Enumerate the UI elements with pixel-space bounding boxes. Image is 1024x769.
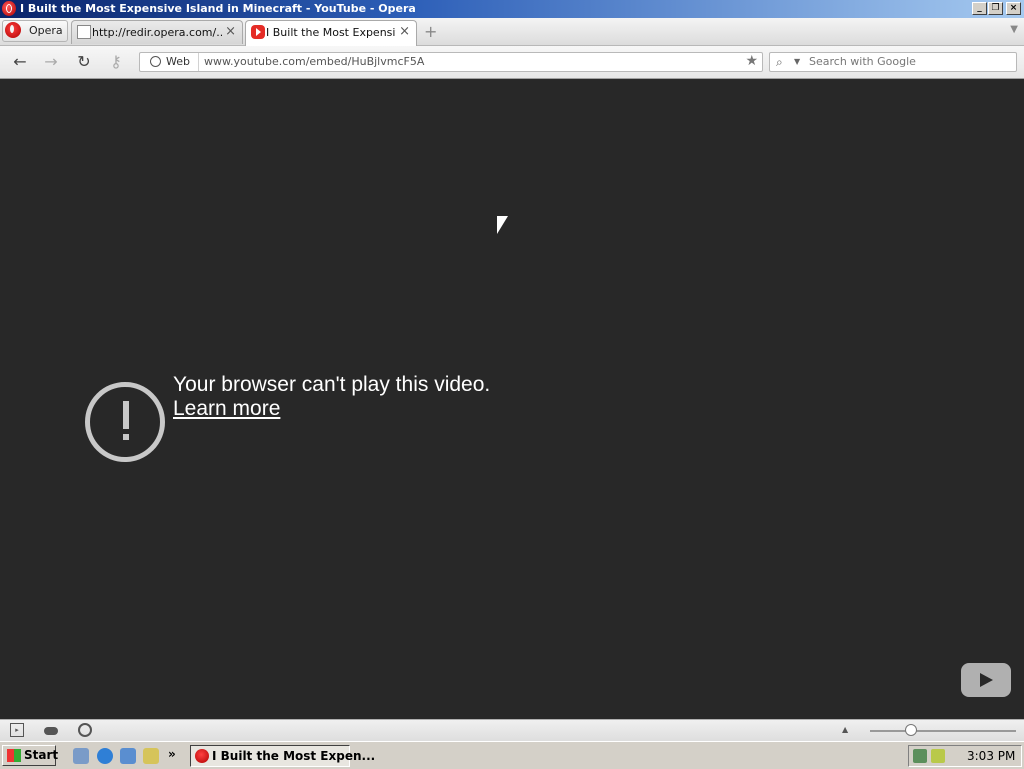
zoom-up-icon[interactable]: ▲ xyxy=(842,725,848,734)
start-button[interactable]: Start xyxy=(2,745,59,766)
window-title: I Built the Most Expensive Island in Min… xyxy=(20,2,416,15)
security-icon[interactable] xyxy=(931,749,945,763)
system-tray: 3:03 PM xyxy=(908,745,1022,767)
internet-explorer-icon[interactable] xyxy=(97,748,113,764)
maximize-button[interactable]: ❐ xyxy=(988,2,1003,15)
document-icon xyxy=(77,25,91,39)
mouse-cursor-icon xyxy=(497,216,508,234)
status-bar: ▸ ▲ xyxy=(0,719,1024,741)
opera-link-cloud-icon[interactable] xyxy=(44,727,58,735)
opera-menu-label: Opera xyxy=(29,24,63,37)
turbo-gauge-icon[interactable] xyxy=(78,723,92,737)
opera-icon xyxy=(195,749,209,763)
close-tab-icon[interactable]: × xyxy=(225,24,236,39)
taskbar-button-label: I Built the Most Expen... xyxy=(212,749,376,763)
taskbar: Start » I Built the Most Expen... 3:03 P… xyxy=(0,741,1024,769)
video-player[interactable]: Your browser can't play this video. Lear… xyxy=(0,79,1024,719)
panel-toggle-icon[interactable]: ▸ xyxy=(10,723,24,737)
network-icon[interactable] xyxy=(913,749,927,763)
search-engine-dropdown-icon[interactable]: ▼ xyxy=(794,57,800,66)
opera-menu-button[interactable]: Opera xyxy=(2,20,68,42)
tab-title: I Built the Most Expensiv... xyxy=(266,26,396,39)
title-bar: I Built the Most Expensive Island in Min… xyxy=(0,0,1024,18)
search-icon[interactable]: ⌕ xyxy=(776,55,783,70)
opera-app-icon[interactable] xyxy=(2,1,16,16)
url-text[interactable]: www.youtube.com/embed/HuBjlvmcF5A xyxy=(204,55,424,68)
back-button[interactable]: ← xyxy=(10,52,30,72)
start-label: Start xyxy=(24,748,59,762)
web-label: Web xyxy=(166,55,190,68)
youtube-logo-icon[interactable] xyxy=(961,663,1011,697)
tab-youtube[interactable]: I Built the Most Expensiv... × xyxy=(245,20,417,46)
tab-list-chevron-icon[interactable]: ▼ xyxy=(1010,24,1018,35)
search-placeholder: Search with Google xyxy=(809,55,916,68)
address-field[interactable]: Web www.youtube.com/embed/HuBjlvmcF5A ★ xyxy=(139,52,763,72)
globe-icon xyxy=(150,56,161,67)
windows-flag-icon xyxy=(7,749,21,762)
close-window-button[interactable]: × xyxy=(1006,2,1021,15)
close-tab-icon[interactable]: × xyxy=(399,24,410,39)
key-icon[interactable]: ⚷ xyxy=(106,52,126,72)
learn-more-link[interactable]: Learn more xyxy=(173,397,280,421)
zoom-slider-thumb[interactable] xyxy=(905,724,917,736)
reload-button[interactable]: ↻ xyxy=(74,52,94,72)
search-input[interactable]: ⌕ ▼ Search with Google xyxy=(769,52,1017,72)
forward-button[interactable]: → xyxy=(41,52,61,72)
error-icon xyxy=(85,382,165,462)
tab-bar: Opera http://redir.opera.com/... × I Bui… xyxy=(0,18,1024,46)
site-info-badge[interactable]: Web xyxy=(140,53,199,71)
tab-title: http://redir.opera.com/... xyxy=(92,26,222,39)
opera-logo-icon xyxy=(5,22,21,38)
taskbar-opera-button[interactable]: I Built the Most Expen... xyxy=(190,745,375,767)
clock[interactable]: 3:03 PM xyxy=(967,749,1015,763)
quicklaunch-chevron-icon[interactable]: » xyxy=(168,747,176,761)
outlook-express-icon[interactable] xyxy=(120,748,136,764)
desktop-quicklaunch-icon[interactable] xyxy=(73,748,89,764)
bookmark-star-icon[interactable]: ★ xyxy=(745,53,758,69)
youtube-icon xyxy=(251,25,265,39)
new-tab-button[interactable]: + xyxy=(424,22,437,41)
minimize-button[interactable]: _ xyxy=(972,2,987,15)
navigation-bar: ← → ↻ ⚷ Web www.youtube.com/embed/HuBjlv… xyxy=(0,46,1024,79)
search-quicklaunch-icon[interactable] xyxy=(143,748,159,764)
tab-redirect[interactable]: http://redir.opera.com/... × xyxy=(71,20,243,44)
error-message: Your browser can't play this video. xyxy=(173,373,491,396)
zoom-slider[interactable] xyxy=(870,730,1016,732)
